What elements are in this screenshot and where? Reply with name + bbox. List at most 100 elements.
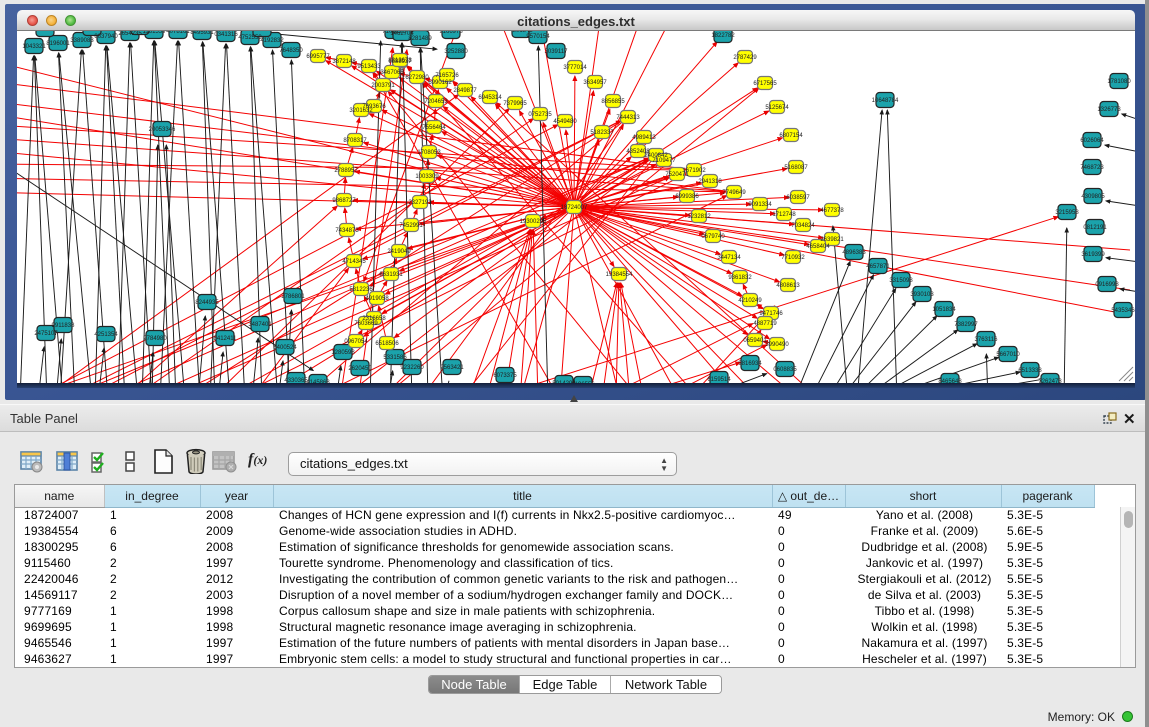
svg-text:2788957: 2788957 (334, 168, 358, 174)
svg-text:3252880: 3252880 (444, 49, 468, 55)
svg-text:8313678: 8313678 (388, 58, 412, 64)
svg-text:2563421: 2563421 (440, 365, 464, 371)
svg-text:7165726: 7165726 (435, 73, 459, 79)
svg-text:8637940: 8637940 (94, 34, 118, 40)
svg-text:3315098: 3315098 (889, 278, 913, 284)
svg-text:4677378: 4677378 (820, 208, 844, 214)
svg-text:0752735: 0752735 (528, 112, 552, 118)
svg-text:3056413: 3056413 (33, 31, 57, 33)
svg-text:6717565: 6717565 (753, 81, 777, 87)
svg-text:9513433: 9513433 (357, 64, 381, 70)
svg-text:19300295: 19300295 (520, 219, 547, 225)
svg-text:7434873: 7434873 (335, 228, 359, 234)
svg-text:7109477: 7109477 (652, 158, 676, 164)
svg-text:2620450: 2620450 (348, 366, 372, 372)
svg-text:3039117: 3039117 (545, 49, 569, 55)
svg-text:4251354: 4251354 (94, 332, 118, 338)
svg-text:7556464: 7556464 (422, 125, 446, 131)
svg-text:0608835: 0608835 (773, 367, 797, 373)
svg-text:8244935: 8244935 (195, 300, 219, 306)
svg-text:8708317: 8708317 (343, 138, 367, 144)
svg-text:3389083: 3389083 (70, 38, 94, 44)
svg-text:6513338: 6513338 (1018, 368, 1042, 374)
svg-text:3990490: 3990490 (765, 342, 789, 348)
svg-text:4887719: 4887719 (753, 321, 777, 327)
svg-text:10648784: 10648784 (872, 98, 899, 104)
svg-text:8281489: 8281489 (408, 36, 432, 42)
svg-text:0916998: 0916998 (1095, 282, 1119, 288)
svg-text:1708053: 1708053 (417, 150, 441, 156)
svg-text:2787429: 2787429 (733, 55, 757, 61)
svg-text:9232260: 9232260 (400, 365, 424, 371)
svg-text:1232812: 1232812 (687, 214, 711, 220)
svg-text:1781080: 1781080 (1107, 79, 1131, 85)
svg-text:2003791: 2003791 (371, 83, 395, 89)
svg-text:4896383: 4896383 (842, 250, 866, 256)
svg-text:3447134: 3447134 (717, 255, 741, 261)
svg-text:9816934: 9816934 (738, 361, 762, 367)
svg-text:1671902: 1671902 (682, 168, 706, 174)
svg-text:6400524: 6400524 (273, 345, 297, 351)
svg-text:4808613: 4808613 (776, 283, 800, 289)
svg-text:8412411: 8412411 (214, 336, 238, 342)
svg-text:3930103: 3930103 (910, 292, 934, 298)
svg-text:5435346: 5435346 (1111, 308, 1135, 314)
svg-text:7468723: 7468723 (1080, 165, 1104, 171)
svg-text:7603669: 7603669 (354, 321, 378, 327)
svg-text:8856855: 8856855 (601, 99, 625, 105)
svg-text:7034824: 7034824 (791, 223, 815, 229)
svg-text:6945314: 6945314 (478, 95, 502, 101)
svg-text:0659401: 0659401 (743, 338, 767, 344)
svg-text:5125674: 5125674 (765, 105, 789, 111)
svg-text:6807154: 6807154 (779, 133, 803, 139)
svg-text:4714345: 4714345 (342, 259, 366, 265)
svg-text:4309805: 4309805 (1081, 194, 1105, 200)
svg-text:1051834: 1051834 (932, 307, 956, 313)
svg-text:6038597: 6038597 (786, 195, 810, 201)
svg-text:5667010: 5667010 (996, 352, 1020, 358)
svg-text:0679740: 0679740 (701, 234, 725, 240)
svg-text:1161559: 1161559 (143, 31, 167, 35)
svg-text:2327193: 2327193 (408, 200, 432, 206)
svg-text:0812191: 0812191 (1083, 225, 1107, 231)
svg-text:9911838: 9911838 (52, 323, 76, 329)
svg-text:4210249: 4210249 (738, 298, 762, 304)
svg-text:9570154: 9570154 (526, 34, 550, 40)
svg-text:3215958: 3215958 (1055, 210, 1079, 216)
svg-text:19384554: 19384554 (606, 272, 633, 278)
svg-text:3619399: 3619399 (1081, 252, 1105, 258)
svg-text:3487401: 3487401 (248, 322, 272, 328)
svg-text:7710932: 7710932 (781, 255, 805, 261)
svg-text:9166978: 9166978 (439, 31, 463, 35)
svg-text:8495931: 8495931 (190, 31, 214, 36)
svg-text:4657871: 4657871 (866, 264, 890, 270)
svg-text:1043321: 1043321 (22, 44, 46, 50)
svg-text:2784980: 2784980 (143, 336, 167, 342)
svg-text:9361832: 9361832 (728, 275, 752, 281)
svg-text:9091334: 9091334 (748, 202, 772, 208)
svg-text:1822782: 1822782 (711, 33, 735, 39)
svg-text:3777014: 3777014 (563, 65, 587, 71)
svg-text:6999386: 6999386 (675, 194, 699, 200)
svg-text:20053346: 20053346 (149, 127, 176, 133)
svg-text:4078161: 4078161 (166, 31, 190, 35)
svg-text:9471746: 9471746 (759, 311, 783, 317)
svg-text:9868727: 9868727 (332, 198, 356, 204)
svg-text:0967054: 0967054 (344, 339, 368, 345)
svg-text:4752553: 4752553 (238, 35, 262, 41)
svg-text:5182337: 5182337 (590, 130, 614, 136)
svg-text:2639821: 2639821 (820, 237, 844, 243)
svg-text:6272980: 6272980 (405, 75, 429, 81)
svg-text:6631931: 6631931 (379, 272, 403, 278)
svg-text:7444313: 7444313 (616, 115, 640, 121)
svg-text:7379965: 7379965 (503, 101, 527, 107)
svg-text:6073375: 6073375 (493, 373, 517, 379)
svg-text:7204653: 7204653 (424, 99, 448, 105)
svg-text:1712748: 1712748 (772, 212, 796, 218)
svg-text:2654235: 2654235 (118, 31, 142, 37)
svg-text:2419049: 2419049 (387, 249, 411, 255)
svg-text:1326773: 1326773 (1097, 107, 1121, 113)
svg-text:9537672: 9537672 (80, 31, 104, 32)
svg-text:5812236: 5812236 (349, 287, 373, 293)
svg-text:6518506: 6518506 (375, 341, 399, 347)
